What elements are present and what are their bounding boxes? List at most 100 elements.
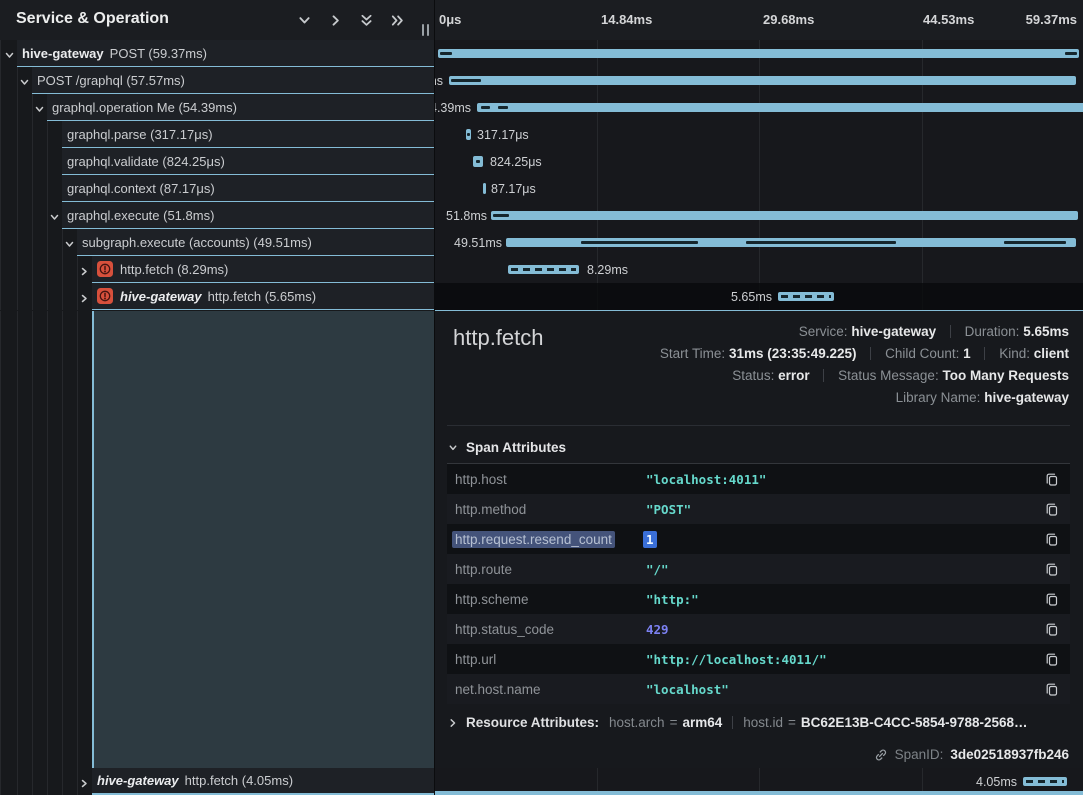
- tree-row[interactable]: graphql.context (87.17μs): [0, 175, 434, 202]
- meta-value: error: [778, 368, 810, 383]
- resource-attr-value: arm64: [682, 715, 722, 730]
- span-bar-row: 317.17μs: [435, 121, 1083, 148]
- chevron-down-icon[interactable]: [297, 13, 311, 27]
- meta-label: Status Message:: [838, 368, 939, 383]
- error-status-icon: [97, 288, 113, 304]
- time-axis: 0μs 14.84ms 29.68ms 44.53ms 59.37ms: [435, 0, 1083, 40]
- tree-row[interactable]: hive-gateway http.fetch (4.05ms): [0, 768, 434, 795]
- axis-tick: 59.37ms: [1026, 12, 1077, 27]
- span-bar[interactable]: [483, 183, 486, 194]
- chevron-down-icon[interactable]: [4, 48, 15, 59]
- span-bar-row: 54.39ms: [435, 94, 1083, 121]
- axis-tick: 29.68ms: [763, 12, 814, 27]
- span-meta: Service: hive-gateway Duration: 5.65ms S…: [660, 321, 1069, 409]
- resource-attributes-row[interactable]: Resource Attributes: host.arch = arm64 h…: [448, 715, 1028, 730]
- double-chevron-down-icon[interactable]: [359, 13, 373, 27]
- span-bar-row: [435, 40, 1083, 67]
- tree-row-label: graphql.context (87.17μs): [67, 181, 215, 196]
- meta-label: Service:: [799, 324, 848, 339]
- meta-value: hive-gateway: [851, 324, 936, 339]
- span-attributes-header[interactable]: Span Attributes: [448, 440, 566, 455]
- indent-gutter: [0, 311, 92, 768]
- tree-row-service: hive-gateway: [22, 46, 104, 61]
- tree-row[interactable]: graphql.operation Me (54.39ms): [0, 94, 434, 121]
- tree-row-label: POST /graphql (57.57ms): [37, 73, 185, 88]
- copy-icon[interactable]: [1044, 651, 1060, 667]
- tree-row[interactable]: http.fetch (8.29ms): [0, 256, 434, 283]
- tree-row[interactable]: graphql.parse (317.17μs): [0, 121, 434, 148]
- span-bar[interactable]: [449, 76, 1076, 85]
- section-heading: Span Attributes: [466, 440, 566, 455]
- meta-value: 5.65ms: [1023, 324, 1069, 339]
- copy-icon[interactable]: [1044, 681, 1060, 697]
- chevron-right-icon[interactable]: [79, 291, 90, 302]
- copy-icon[interactable]: [1044, 621, 1060, 637]
- panel-resize-handle[interactable]: [422, 24, 429, 36]
- meta-value: 1: [963, 346, 971, 361]
- copy-icon[interactable]: [1044, 561, 1060, 577]
- service-operation-panel: Service & Operation: [0, 0, 434, 795]
- attribute-value: "/": [646, 562, 669, 577]
- span-bar[interactable]: [438, 49, 1079, 58]
- tree-row[interactable]: graphql.execute (51.8ms): [0, 202, 434, 229]
- span-bar[interactable]: [491, 211, 1078, 220]
- chevron-down-icon[interactable]: [49, 210, 60, 221]
- tree-row[interactable]: graphql.validate (824.25μs): [0, 148, 434, 175]
- tree-row[interactable]: POST /graphql (57.57ms): [0, 67, 434, 94]
- tree-row-label: graphql.parse (317.17μs): [67, 127, 213, 142]
- chevron-down-icon[interactable]: [19, 75, 30, 86]
- span-bar[interactable]: [506, 238, 1076, 247]
- double-chevron-right-icon[interactable]: [390, 13, 404, 27]
- link-icon[interactable]: [874, 748, 888, 762]
- span-bar[interactable]: [477, 103, 1083, 112]
- attribute-row-selected: http.request.resend_count 1: [447, 524, 1070, 554]
- span-bar-row: 8.29ms: [435, 256, 1083, 283]
- attribute-key: http.method: [455, 502, 526, 517]
- chevron-right-icon[interactable]: [328, 13, 342, 27]
- attribute-row: http.status_code 429: [447, 614, 1070, 644]
- axis-tick: 14.84ms: [601, 12, 652, 27]
- chevron-down-icon[interactable]: [34, 102, 45, 113]
- span-duration-label: 51.8ms: [446, 209, 487, 223]
- span-detail-panel: http.fetch Service: hive-gateway Duratio…: [435, 310, 1083, 768]
- span-bar-row: 51.8ms: [435, 202, 1083, 229]
- attribute-value: 429: [646, 622, 669, 637]
- meta-label: Start Time:: [660, 346, 725, 361]
- copy-icon[interactable]: [1044, 591, 1060, 607]
- chevron-down-icon[interactable]: [64, 237, 75, 248]
- meta-label: Status:: [732, 368, 774, 383]
- span-bar[interactable]: [466, 129, 471, 140]
- tree-row[interactable]: subgraph.execute (accounts) (49.51ms): [0, 229, 434, 256]
- meta-value: 31ms (23:35:49.225): [729, 346, 857, 361]
- span-duration-label: 87.17μs: [491, 182, 536, 196]
- span-bar[interactable]: [1023, 777, 1067, 786]
- span-duration-label: 57.57ms: [435, 74, 443, 88]
- span-duration-label: 824.25μs: [490, 155, 542, 169]
- resource-attr-key: host.arch: [609, 715, 665, 730]
- span-bar[interactable]: [473, 156, 483, 167]
- span-duration-label: 49.51ms: [454, 236, 502, 250]
- chevron-down-icon: [448, 443, 458, 453]
- error-status-icon: [97, 261, 113, 277]
- chevron-right-icon: [448, 718, 458, 728]
- clipped-next-span-bar: [435, 791, 1083, 795]
- attribute-key: net.host.name: [455, 682, 541, 697]
- copy-icon[interactable]: [1044, 531, 1060, 547]
- copy-icon[interactable]: [1044, 471, 1060, 487]
- chevron-right-icon[interactable]: [79, 776, 90, 787]
- chevron-right-icon[interactable]: [79, 264, 90, 275]
- attribute-row: http.host "localhost:4011": [447, 464, 1070, 494]
- span-bar[interactable]: [508, 265, 579, 274]
- copy-icon[interactable]: [1044, 501, 1060, 517]
- span-attributes-table: http.host "localhost:4011" http.method "…: [447, 463, 1070, 704]
- tree-row[interactable]: hive-gateway POST (59.37ms): [0, 40, 434, 67]
- tree-row-selected[interactable]: hive-gateway http.fetch (5.65ms): [0, 283, 434, 310]
- attribute-value: "http:": [646, 592, 699, 607]
- section-heading: Resource Attributes:: [466, 715, 599, 730]
- span-bar[interactable]: [778, 292, 834, 301]
- span-bar-row: 824.25μs: [435, 148, 1083, 175]
- attribute-value: "localhost:4011": [646, 472, 766, 487]
- attribute-value: "localhost": [646, 682, 729, 697]
- attribute-row: http.route "/": [447, 554, 1070, 584]
- tree-row-service: hive-gateway: [97, 773, 179, 788]
